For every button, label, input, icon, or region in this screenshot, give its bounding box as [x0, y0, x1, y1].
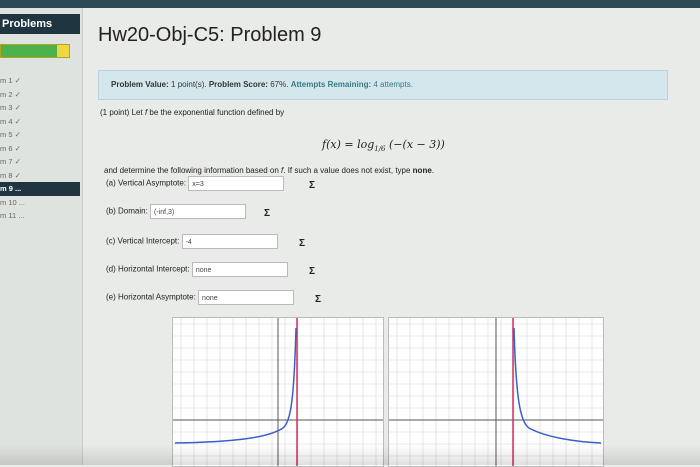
sigma-icon[interactable]: Σ	[306, 180, 318, 192]
question-e: (e) Horizontal Asymptote: none	[106, 290, 295, 305]
vertical-asymptote-input[interactable]: x=3	[188, 176, 285, 191]
progress-bar-fill	[1, 45, 57, 57]
top-bar	[0, 0, 700, 8]
sidebar-item-problem-10[interactable]: m 10 ...	[0, 196, 80, 210]
determine-prefix: and determine the following information …	[104, 166, 279, 175]
sigma-icon[interactable]: Σ	[312, 294, 324, 306]
question-a: (a) Vertical Asymptote: x=3	[106, 176, 285, 191]
horizontal-asymptote-input[interactable]: none	[198, 290, 295, 305]
sidebar-item-problem-3[interactable]: m 3 ✓	[0, 101, 80, 115]
problem-score-text: 67%.	[270, 80, 289, 89]
sidebar-item-problem-11[interactable]: m 11 ...	[0, 209, 80, 223]
domain-input[interactable]: (-inf,3)	[150, 204, 247, 219]
question-d: (d) Horizontal Intercept: none	[106, 262, 288, 277]
problem-sidebar: Problems m 1 ✓ m 2 ✓ m 3 ✓ m 4 ✓ m 5 ✓ m 6 ✓ m…	[0, 8, 83, 465]
question-b: (b) Domain: (-inf,3)	[106, 204, 247, 219]
function-formula: f(x) = log1/6 (−(x − 3))	[322, 138, 445, 153]
sigma-icon[interactable]: Σ	[296, 238, 308, 250]
problem-score-label: Problem Score:	[208, 80, 268, 89]
formula-rhs: (−(x − 3))	[389, 138, 445, 151]
vertical-intercept-input[interactable]: -4	[181, 234, 278, 249]
intro-prefix: (1 point) Let	[100, 108, 143, 117]
sidebar-item-problem-2[interactable]: m 2 ✓	[0, 88, 80, 102]
intro-suffix: be the exponential function defined by	[149, 108, 285, 117]
page-title: Hw20-Obj-C5: Problem 9	[98, 24, 322, 46]
sidebar-item-problem-4[interactable]: m 4 ✓	[0, 115, 80, 129]
sigma-icon[interactable]: Σ	[261, 208, 273, 220]
sidebar-header: Problems	[0, 14, 80, 34]
formula-lhs: f(x) = log	[322, 138, 375, 151]
sidebar-item-problem-8[interactable]: m 8 ✓	[0, 169, 80, 183]
problem-list: m 1 ✓ m 2 ✓ m 3 ✓ m 4 ✓ m 5 ✓ m 6 ✓ m 7 ✓ m 8 ✓…	[0, 74, 80, 223]
attempts-label: Attempts Remaining:	[290, 80, 372, 89]
determine-none: none	[412, 166, 432, 175]
graph-2-svg	[389, 318, 603, 466]
question-e-label: (e) Horizontal Asymptote:	[106, 292, 196, 302]
formula-base: 1/6	[374, 145, 386, 154]
main-content: Hw20-Obj-C5: Problem 9 Problem Value: 1 …	[92, 8, 682, 467]
sidebar-item-problem-1[interactable]: m 1 ✓	[0, 74, 80, 88]
sidebar-item-problem-9[interactable]: m 9 ...	[0, 182, 80, 196]
problem-info-box: Problem Value: 1 point(s). Problem Score…	[98, 70, 668, 100]
problem-value-text: 1 point(s).	[171, 80, 207, 89]
problem-value-label: Problem Value:	[111, 80, 169, 89]
graph-choice-1[interactable]	[172, 317, 384, 467]
question-d-label: (d) Horizontal Intercept:	[106, 264, 190, 274]
sidebar-item-problem-7[interactable]: m 7 ✓	[0, 155, 80, 169]
determine-suffix: . If such a value does not exist, type	[283, 166, 411, 175]
graph-1-svg	[173, 318, 383, 466]
question-c-label: (c) Vertical Intercept:	[106, 236, 180, 246]
question-b-label: (b) Domain:	[106, 206, 148, 216]
intro-var: f	[144, 108, 148, 117]
question-a-label: (a) Vertical Asymptote:	[106, 178, 187, 188]
problem-intro: (1 point) Let f be the exponential funct…	[100, 108, 660, 117]
horizontal-intercept-input[interactable]: none	[191, 262, 288, 277]
question-c: (c) Vertical Intercept: -4	[106, 234, 278, 249]
attempts-text: 4 attempts.	[373, 80, 413, 89]
sidebar-item-problem-6[interactable]: m 6 ✓	[0, 142, 80, 156]
graph-choice-2[interactable]	[388, 317, 604, 467]
progress-bar	[0, 44, 70, 58]
sigma-icon[interactable]: Σ	[306, 266, 318, 278]
sidebar-item-problem-5[interactable]: m 5 ✓	[0, 128, 80, 142]
determine-text: and determine the following information …	[104, 166, 435, 175]
